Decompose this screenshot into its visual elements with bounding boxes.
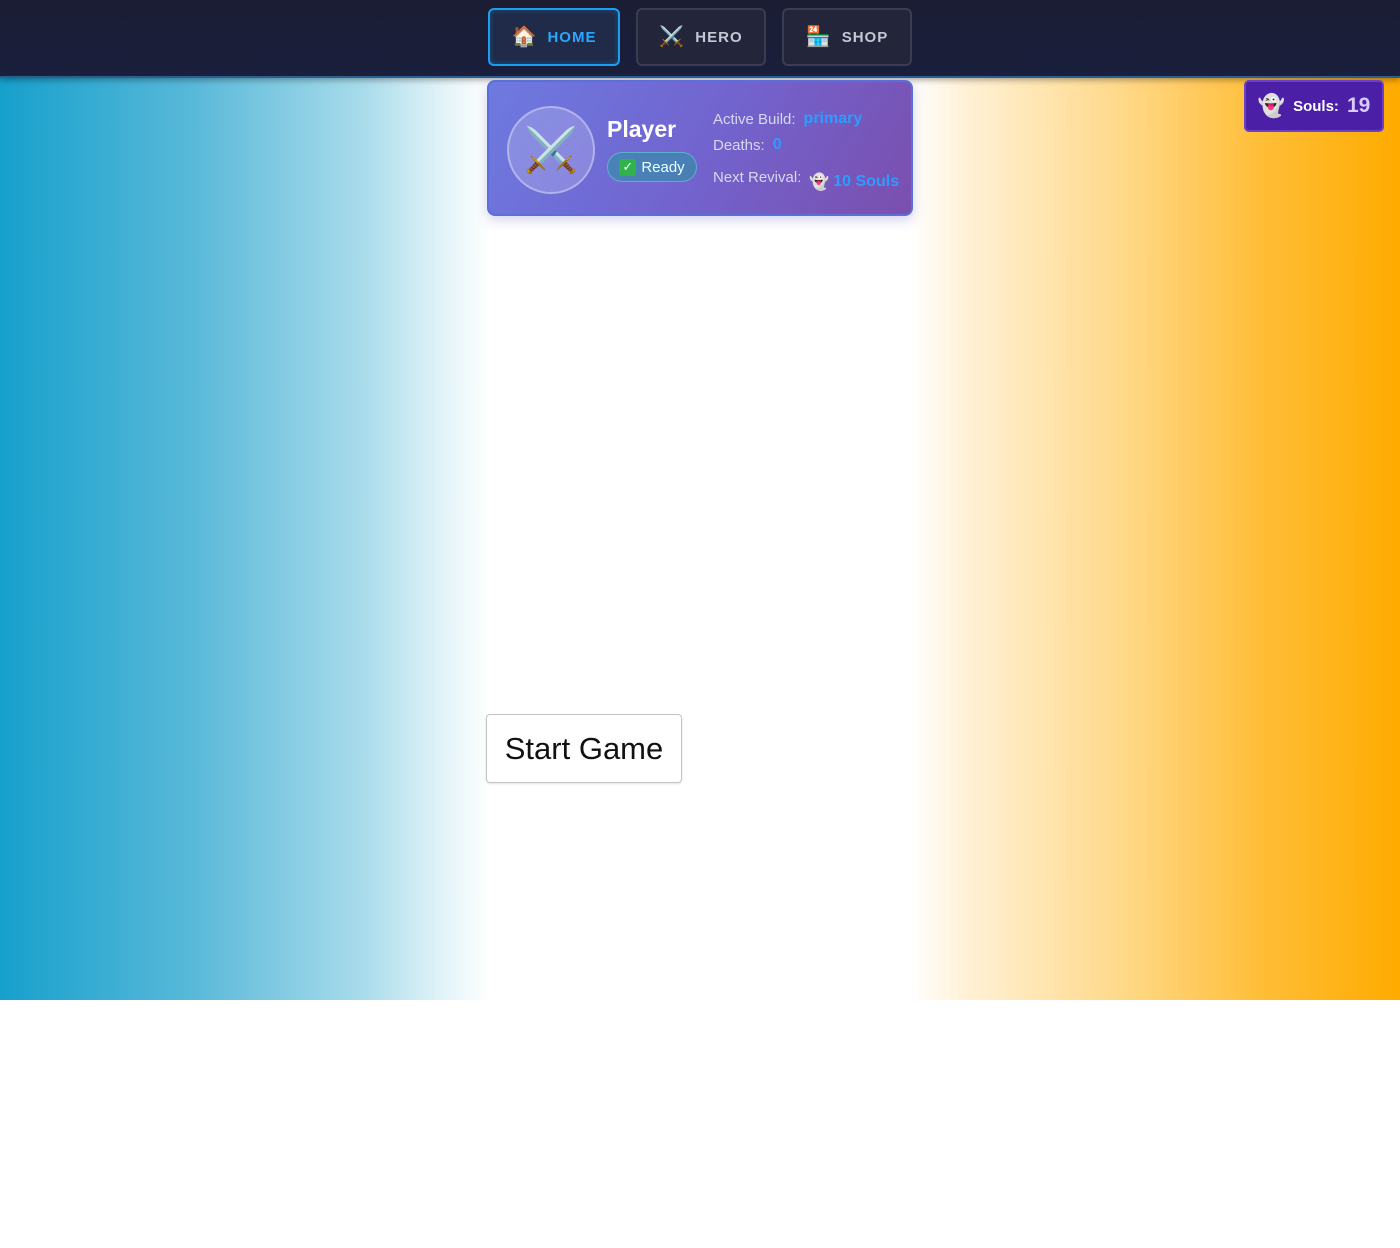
- active-build-label: Active Build:: [713, 110, 796, 128]
- souls-label: Souls:: [1293, 97, 1339, 115]
- next-revival-value: 👻 10 Souls: [809, 172, 899, 192]
- next-revival-cost: 10 Souls: [833, 173, 900, 190]
- tab-shop-label: SHOP: [841, 28, 889, 46]
- ghost-icon: 👻: [1257, 93, 1286, 118]
- souls-value: 19: [1346, 94, 1371, 117]
- house-icon: 🏠: [511, 26, 538, 48]
- active-build-row: Active Build: primary: [713, 110, 862, 128]
- ghost-icon: 👻: [809, 174, 830, 191]
- avatar: ⚔️: [507, 106, 595, 194]
- tab-shop[interactable]: 🏪 SHOP: [782, 8, 912, 66]
- active-build-value: primary: [803, 110, 863, 127]
- shop-icon: 🏪: [805, 26, 832, 48]
- deaths-label: Deaths:: [713, 136, 765, 154]
- tab-home[interactable]: 🏠 HOME: [488, 8, 620, 66]
- top-nav-bar: 🏠 HOME ⚔️ HERO 🏪 SHOP: [0, 0, 1400, 78]
- player-name: Player: [607, 116, 677, 142]
- souls-counter: 👻 Souls: 19: [1244, 80, 1384, 132]
- player-card: ⚔️ Player ✓ Ready Active Build: primary …: [487, 80, 913, 216]
- tab-hero[interactable]: ⚔️ HERO: [636, 8, 766, 66]
- next-revival-label: Next Revival:: [713, 168, 802, 186]
- status-badge: ✓ Ready: [607, 152, 697, 182]
- tab-hero-label: HERO: [695, 28, 743, 46]
- crossed-swords-icon: ⚔️: [523, 126, 579, 175]
- tab-home-label: HOME: [547, 28, 597, 46]
- status-label: Ready: [641, 158, 685, 176]
- checkmark-icon: ✓: [619, 158, 637, 176]
- deaths-row: Deaths: 0: [713, 136, 782, 154]
- crossed-swords-icon: ⚔️: [659, 26, 686, 48]
- deaths-value: 0: [772, 136, 782, 153]
- start-game-button[interactable]: Start Game: [486, 714, 682, 783]
- next-revival-row: Next Revival: 👻 10 Souls: [713, 162, 899, 192]
